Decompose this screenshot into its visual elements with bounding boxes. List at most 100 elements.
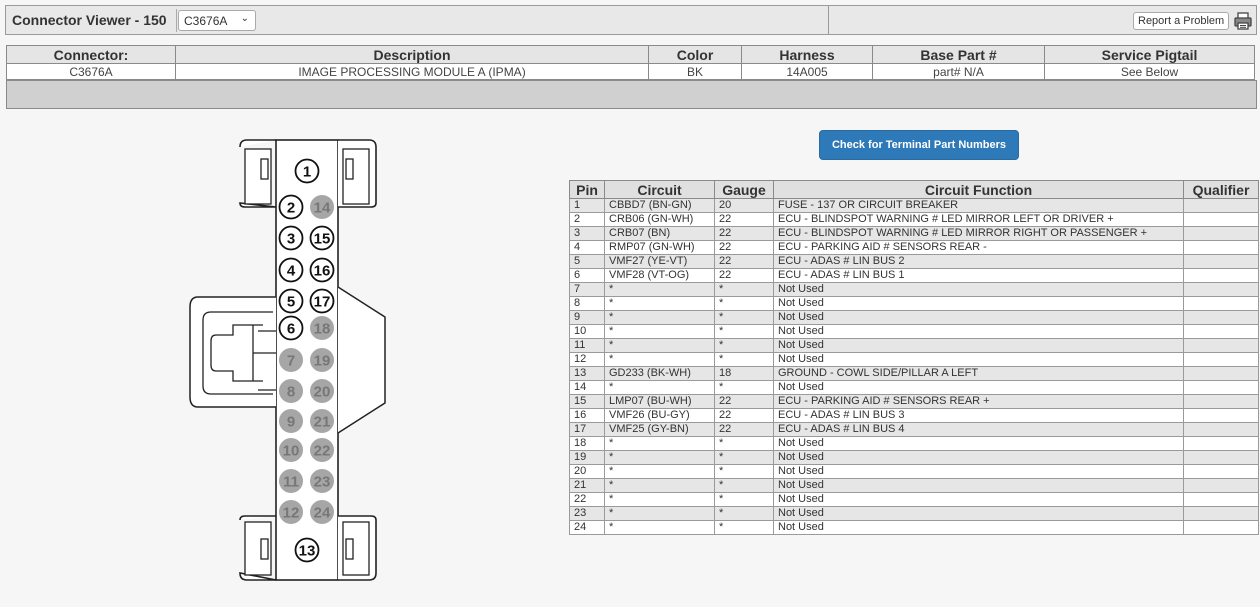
- cell-gauge: 22: [714, 254, 774, 269]
- table-row: 23 * * Not Used: [569, 506, 1259, 521]
- top-toolbar: Connector Viewer - 150 C3676A ⌄ Report a…: [5, 5, 1257, 35]
- table-row: 1 CBBD7 (BN-GN) 20 FUSE - 137 OR CIRCUIT BR…: [569, 198, 1259, 213]
- cell-gauge: *: [714, 478, 774, 493]
- cell-qualifier: [1183, 198, 1259, 213]
- cell-pin: 22: [569, 492, 605, 507]
- cell-pin: 8: [569, 296, 605, 311]
- cell-pin: 16: [569, 408, 605, 423]
- pin-label: 1: [303, 164, 311, 181]
- cell-gauge: *: [714, 436, 774, 451]
- cell-pin: 4: [569, 240, 605, 255]
- table-row: 13 GD233 (BK-WH) 18 GROUND - COWL SIDE/PILL…: [569, 366, 1259, 381]
- cell-function: Not Used: [773, 436, 1184, 451]
- cell-qualifier: [1183, 520, 1259, 535]
- table-row: 22 * * Not Used: [569, 492, 1259, 507]
- connector-select[interactable]: C3676A ⌄: [178, 10, 256, 31]
- printer-icon[interactable]: [1233, 11, 1253, 31]
- table-row: 19 * * Not Used: [569, 450, 1259, 465]
- table-row: 17 VMF25 (GY-BN) 22 ECU - ADAS # LIN BUS 4: [569, 422, 1259, 437]
- cell-qualifier: [1183, 506, 1259, 521]
- chevron-down-icon: ⌄: [240, 13, 249, 24]
- cell-pin: 7: [569, 282, 605, 297]
- cell-pin: 19: [569, 450, 605, 465]
- cell-circuit: VMF27 (YE-VT): [604, 254, 715, 269]
- cell-function: ECU - PARKING AID # SENSORS REAR -: [773, 240, 1184, 255]
- cell-circuit: *: [604, 478, 715, 493]
- cell-circuit: *: [604, 352, 715, 367]
- cell-pin: 9: [569, 310, 605, 325]
- cell-function: GROUND - COWL SIDE/PILLAR A LEFT: [773, 366, 1184, 381]
- cell-pin: 10: [569, 324, 605, 339]
- report-problem-button[interactable]: Report a Problem: [1133, 12, 1230, 30]
- cell-function: ECU - ADAS # LIN BUS 4: [773, 422, 1184, 437]
- cell-circuit: CBBD7 (BN-GN): [604, 198, 715, 213]
- cell-function: FUSE - 137 OR CIRCUIT BREAKER: [773, 198, 1184, 213]
- cell-function: ECU - PARKING AID # SENSORS REAR +: [773, 394, 1184, 409]
- pin-label: 13: [299, 543, 316, 560]
- cell-circuit: LMP07 (BU-WH): [604, 394, 715, 409]
- pin-label: 5: [287, 294, 295, 311]
- connector-info-table: Connector: Description Color Harness Bas…: [6, 45, 1255, 80]
- cell-function: ECU - ADAS # LIN BUS 2: [773, 254, 1184, 269]
- table-row: 7 * * Not Used: [569, 282, 1259, 297]
- table-row: 2 CRB06 (GN-WH) 22 ECU - BLINDSPOT WARNING …: [569, 212, 1259, 227]
- cell-function: Not Used: [773, 506, 1184, 521]
- check-terminal-part-numbers-button[interactable]: Check for Terminal Part Numbers: [819, 130, 1019, 160]
- divider: [828, 6, 829, 34]
- cell-pin: 21: [569, 478, 605, 493]
- cell-circuit: VMF28 (VT-OG): [604, 268, 715, 283]
- pin-label: 19: [314, 353, 331, 370]
- cell-circuit: *: [604, 296, 715, 311]
- cell-qualifier: [1183, 226, 1259, 241]
- cell-function: Not Used: [773, 324, 1184, 339]
- cell-function: Not Used: [773, 478, 1184, 493]
- cell-function: Not Used: [773, 310, 1184, 325]
- cell-gauge: *: [714, 352, 774, 367]
- color-value: BK: [648, 63, 742, 80]
- cell-function: Not Used: [773, 380, 1184, 395]
- cell-function: Not Used: [773, 282, 1184, 297]
- cell-function: Not Used: [773, 338, 1184, 353]
- cell-pin: 23: [569, 506, 605, 521]
- cell-function: ECU - ADAS # LIN BUS 1: [773, 268, 1184, 283]
- col-header: Harness: [741, 45, 873, 64]
- table-row: 6 VMF28 (VT-OG) 22 ECU - ADAS # LIN BUS 1: [569, 268, 1259, 283]
- pin-label: 2: [287, 200, 295, 217]
- cell-gauge: 22: [714, 226, 774, 241]
- cell-qualifier: [1183, 282, 1259, 297]
- cell-pin: 2: [569, 212, 605, 227]
- cell-gauge: *: [714, 380, 774, 395]
- table-row: 21 * * Not Used: [569, 478, 1259, 493]
- cell-gauge: 22: [714, 422, 774, 437]
- pin-label: 10: [283, 443, 300, 460]
- connector-diagram: 123456789101112131415161718192021222324: [189, 139, 386, 581]
- pin-label: 12: [283, 505, 300, 522]
- cell-gauge: *: [714, 282, 774, 297]
- cell-gauge: 22: [714, 408, 774, 423]
- cell-qualifier: [1183, 450, 1259, 465]
- cell-gauge: 22: [714, 240, 774, 255]
- pin-label: 8: [287, 384, 295, 401]
- cell-gauge: 18: [714, 366, 774, 381]
- cell-pin: 5: [569, 254, 605, 269]
- pin-label: 20: [314, 384, 331, 401]
- col-header-circuit: Circuit: [604, 180, 715, 199]
- table-row: 24 * * Not Used: [569, 520, 1259, 535]
- pin-label: 18: [314, 321, 331, 338]
- pin-label: 3: [287, 231, 295, 248]
- harness-value: 14A005: [741, 63, 873, 80]
- cell-function: ECU - BLINDSPOT WARNING # LED MIRROR RIG…: [773, 226, 1184, 241]
- cell-pin: 13: [569, 366, 605, 381]
- pin-label: 16: [314, 263, 331, 280]
- cell-pin: 18: [569, 436, 605, 451]
- cell-circuit: CRB06 (GN-WH): [604, 212, 715, 227]
- cell-qualifier: [1183, 380, 1259, 395]
- cell-gauge: *: [714, 296, 774, 311]
- cell-circuit: *: [604, 506, 715, 521]
- cell-pin: 14: [569, 380, 605, 395]
- cell-pin: 6: [569, 268, 605, 283]
- pin-label: 22: [314, 443, 331, 460]
- table-row: 11 * * Not Used: [569, 338, 1259, 353]
- col-header-pin: Pin: [569, 180, 605, 199]
- pin-label: 21: [314, 414, 331, 431]
